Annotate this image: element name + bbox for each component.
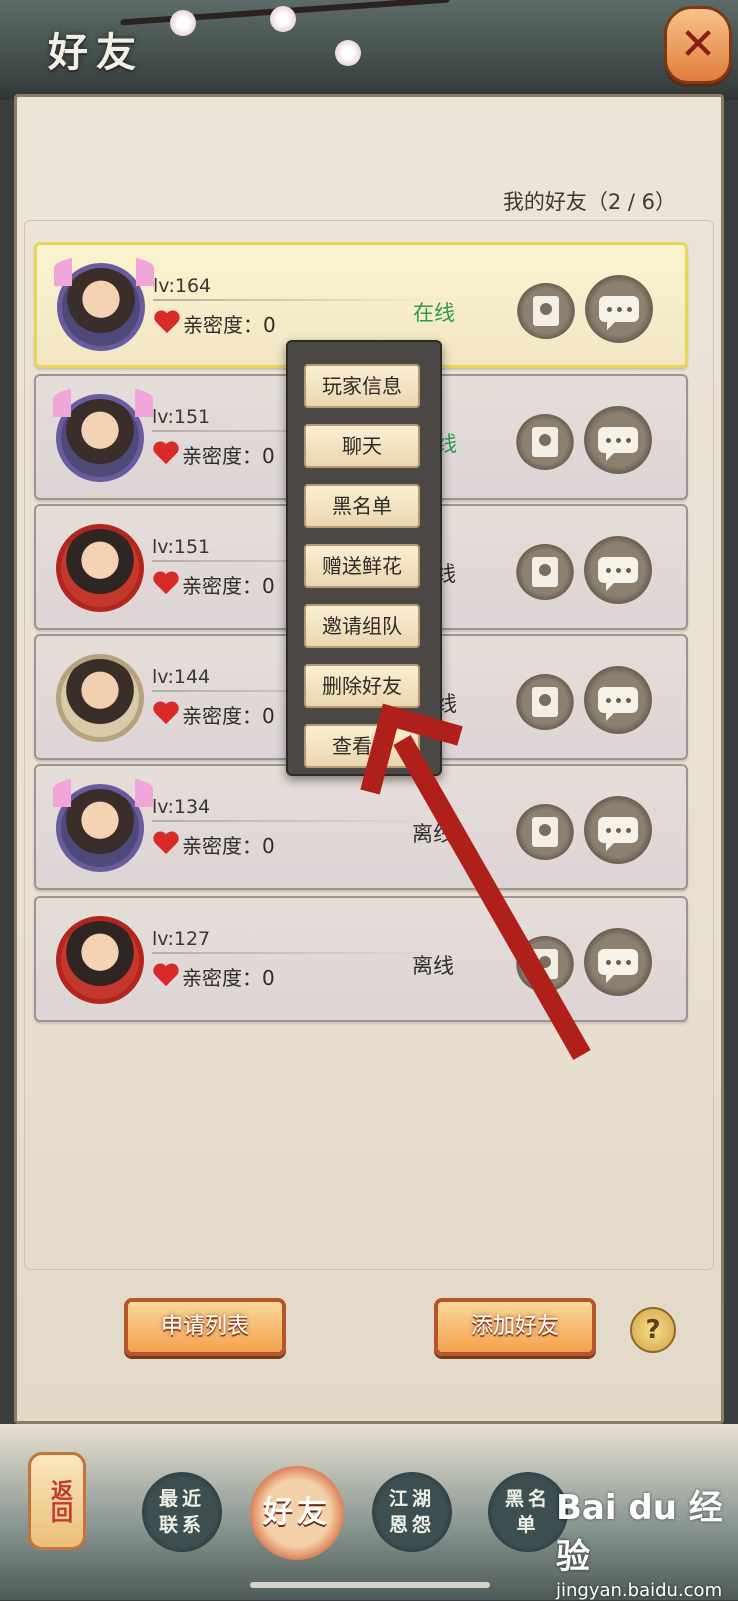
tab-recent-contacts[interactable]: 最近联系	[142, 1472, 222, 1552]
chat-bubble-icon	[599, 296, 639, 330]
player-card-button[interactable]	[517, 283, 575, 339]
watermark-logo: Bai du 经验	[556, 1488, 723, 1577]
menu-item-blacklist[interactable]: 黑名单	[304, 484, 420, 528]
friend-intimacy: 亲密度：0	[182, 966, 275, 990]
tab-grudges[interactable]: 江湖恩怨	[372, 1472, 452, 1552]
heart-icon	[154, 702, 180, 726]
tab-friends[interactable]: 好友	[250, 1466, 344, 1560]
help-button[interactable]: ?	[630, 1307, 676, 1353]
annotation-arrow	[360, 703, 591, 1060]
friend-intimacy: 亲密度：0	[182, 834, 275, 858]
friend-intimacy: 亲密度：0	[182, 704, 275, 728]
blossom-icon	[170, 10, 196, 36]
back-button[interactable]: 返回	[28, 1452, 86, 1550]
heart-icon	[154, 832, 180, 856]
watermark: Bai du 经验 jingyan.baidu.com	[556, 1480, 738, 1601]
chat-bubble-icon	[598, 557, 638, 591]
friend-level: lv:164	[153, 275, 212, 297]
menu-item-chat[interactable]: 聊天	[304, 424, 420, 468]
blossom-icon	[335, 40, 361, 66]
heart-icon	[154, 572, 180, 596]
friend-intimacy: 亲密度：0	[183, 313, 276, 337]
page-title: 好友	[48, 29, 144, 76]
avatar[interactable]	[56, 916, 144, 1004]
menu-item-invite-team[interactable]: 邀请组队	[304, 604, 420, 648]
heart-icon	[155, 311, 181, 335]
friend-count: 我的好友（2 / 6）	[502, 190, 676, 214]
player-card-button[interactable]	[516, 544, 574, 600]
chat-button[interactable]	[584, 536, 652, 604]
id-card-icon	[532, 557, 558, 587]
watermark-url: jingyan.baidu.com	[556, 1580, 723, 1601]
chat-button[interactable]	[584, 406, 652, 474]
apply-list-button[interactable]: 申请列表	[124, 1298, 286, 1356]
title-bar: 好友 ✕	[0, 0, 738, 100]
chat-button[interactable]	[585, 275, 653, 343]
player-card-button[interactable]	[516, 414, 574, 470]
friend-intimacy: 亲密度：0	[182, 574, 275, 598]
avatar[interactable]	[56, 654, 144, 742]
avatar[interactable]	[53, 387, 153, 482]
friend-level: lv:151	[152, 406, 211, 428]
heart-icon	[154, 964, 180, 988]
friend-intimacy: 亲密度：0	[182, 444, 275, 468]
avatar[interactable]	[54, 256, 154, 351]
chat-bubble-icon	[598, 427, 638, 461]
friend-level: lv:144	[152, 666, 211, 688]
friend-status: 在线	[413, 301, 455, 325]
close-button[interactable]: ✕	[664, 6, 732, 84]
avatar[interactable]	[53, 777, 153, 872]
friend-level: lv:127	[152, 928, 211, 950]
blossom-icon	[270, 6, 296, 32]
id-card-icon	[532, 427, 558, 457]
friend-level: lv:151	[152, 536, 211, 558]
avatar[interactable]	[56, 524, 144, 612]
add-friend-button[interactable]: 添加好友	[434, 1298, 596, 1356]
heart-icon	[154, 442, 180, 466]
divider	[153, 299, 433, 301]
home-indicator[interactable]	[250, 1582, 490, 1588]
menu-item-send-flowers[interactable]: 赠送鲜花	[304, 544, 420, 588]
friend-level: lv:134	[152, 796, 211, 818]
close-icon: ✕	[679, 19, 717, 70]
menu-item-player-info[interactable]: 玩家信息	[304, 364, 420, 408]
id-card-icon	[533, 296, 559, 326]
